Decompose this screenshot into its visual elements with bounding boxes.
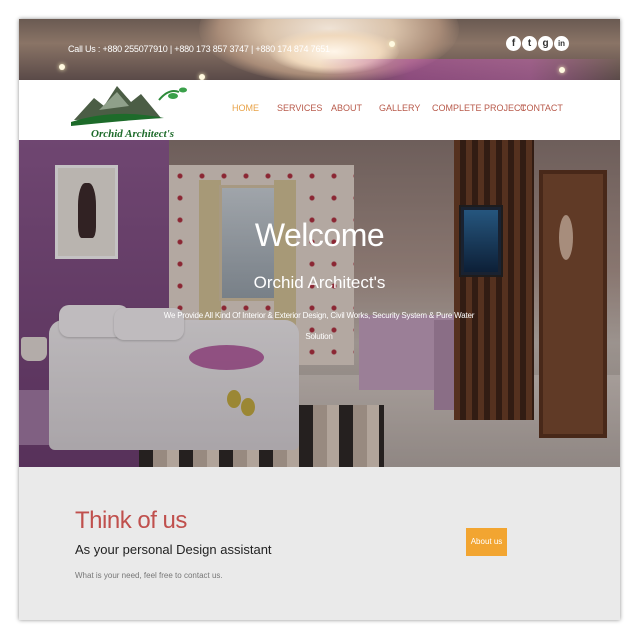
ceiling-lamp (59, 64, 65, 70)
call-us-text: Call Us : +880 255077910 | +880 173 857 … (68, 44, 330, 54)
ceiling-glow (319, 59, 620, 80)
section-subtitle: As your personal Design assistant (75, 542, 272, 557)
twitter-icon[interactable]: t (522, 36, 537, 51)
nav-item-gallery[interactable]: GALLERY (379, 103, 420, 113)
section-title: Think of us (75, 507, 187, 534)
nav-item-about[interactable]: ABOUT (331, 103, 362, 113)
nav-item-contact[interactable]: CONTACT (520, 103, 563, 113)
google-plus-icon[interactable]: g (538, 36, 553, 51)
top-bar: Call Us : +880 255077910 | +880 173 857 … (19, 19, 620, 80)
hero-subtitle: Orchid Architect's (253, 273, 386, 292)
page-frame: Call Us : +880 255077910 | +880 173 857 … (19, 19, 620, 620)
orchid-logo-icon[interactable] (69, 80, 194, 132)
ceiling-lamp (559, 67, 565, 73)
logo-text: Orchid Architect's (91, 128, 175, 140)
hero-title: Welcome (254, 217, 385, 253)
facebook-icon[interactable]: f (506, 36, 521, 51)
linkedin-icon[interactable]: in (554, 36, 569, 51)
hero-description: We Provide All Kind Of Interior & Exteri… (163, 311, 475, 341)
nav-item-services[interactable]: SERVICES (277, 103, 322, 113)
nav-item-home[interactable]: HOME (232, 103, 259, 113)
hero-banner (19, 140, 620, 467)
section-note: What is your need, feel free to contact … (75, 571, 223, 580)
hero-overlay (19, 140, 620, 467)
about-us-button[interactable]: About us (466, 528, 507, 556)
ceiling-lamp (389, 41, 395, 47)
nav-item-complete-project[interactable]: COMPLETE PROJECT (432, 103, 526, 113)
